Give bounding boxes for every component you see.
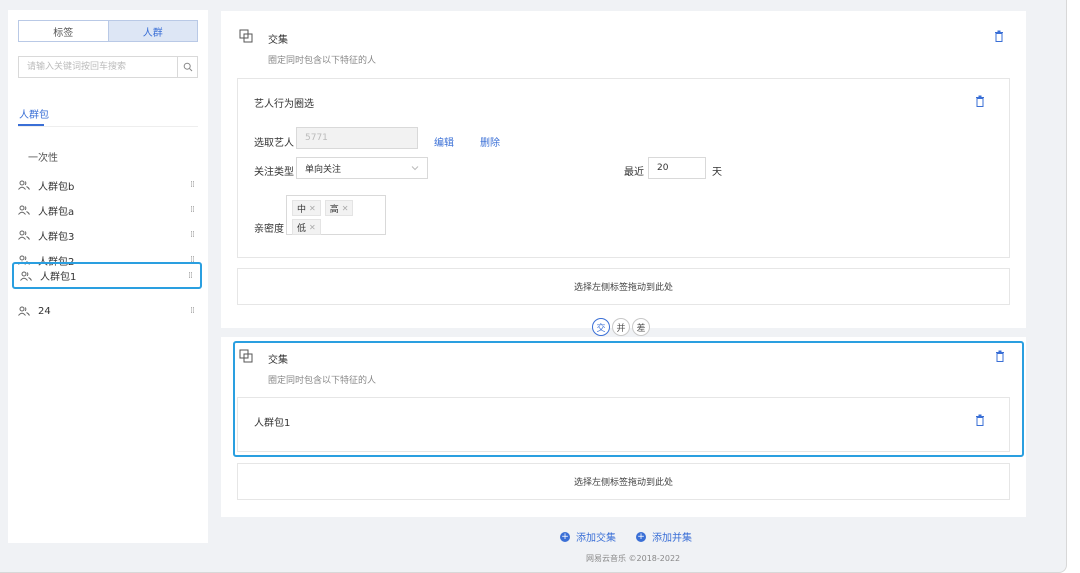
tag-label: 中	[297, 204, 307, 215]
drag-handle-icon[interactable]: ⁞⁞	[182, 205, 202, 215]
close-icon[interactable]: ✕	[309, 204, 316, 213]
list-item-label: 人群包3	[38, 231, 75, 243]
add-union-button[interactable]: + 添加并集	[636, 529, 692, 544]
list-item[interactable]: 人群包b ⁞⁞	[12, 174, 202, 196]
tab-crowd-package[interactable]: 人群包	[19, 106, 49, 121]
drag-handle-icon[interactable]: ⁞⁞	[182, 180, 202, 190]
artist-input[interactable]: 5771	[296, 127, 418, 149]
trash-icon[interactable]	[975, 95, 985, 107]
intersection-block-2: 交集 圈定同时包含以下特征的人 人群包1 选择左侧标签拖动到此处	[221, 337, 1026, 517]
trash-icon[interactable]	[975, 414, 985, 426]
add-intersection-label: 添加交集	[576, 533, 616, 544]
search-placeholder: 请输入关键词按回车搜索	[27, 62, 127, 72]
crowd-package-card: 人群包1	[237, 397, 1010, 452]
tag-low: 低 ✕	[292, 219, 321, 235]
close-icon[interactable]: ✕	[342, 204, 349, 213]
list-item-label: 人群包a	[38, 206, 75, 218]
group-title: 一次性	[28, 153, 58, 164]
intersection-block-1: 交集 圈定同时包含以下特征的人 艺人行为圈选 选取艺人 5771 编辑 删除 关…	[221, 11, 1026, 328]
users-icon	[18, 180, 32, 190]
tag-medium: 中 ✕	[292, 200, 321, 216]
users-icon	[18, 230, 32, 240]
block-title: 交集	[268, 35, 288, 46]
set-operation-group: 交 并 差	[592, 318, 650, 336]
list-item[interactable]: 24 ⁞⁞	[12, 300, 202, 322]
op-intersection-button[interactable]: 交	[592, 318, 610, 336]
recent-label: 最近	[624, 167, 644, 178]
intersection-icon	[239, 29, 253, 43]
trash-icon[interactable]	[995, 350, 1005, 362]
edit-link[interactable]: 编辑	[434, 134, 454, 149]
recent-days-input[interactable]: 20	[648, 157, 706, 179]
users-icon	[18, 306, 32, 316]
chevron-down-icon	[411, 166, 419, 171]
intimacy-label: 亲密度	[254, 224, 284, 235]
list-item[interactable]: 人群包a ⁞⁞	[12, 199, 202, 221]
copyright: 网易云音乐 ©2018-2022	[586, 554, 681, 563]
list-item-label: 人群包b	[38, 181, 75, 193]
app-frame: 标签 人群 请输入关键词按回车搜索 人群包 一次性 人群包b ⁞⁞ 人群包a ⁞…	[0, 0, 1067, 573]
search-button[interactable]	[177, 57, 197, 77]
days-unit: 天	[712, 167, 722, 178]
drag-handle-icon[interactable]: ⁞⁞	[182, 230, 202, 240]
artist-label: 选取艺人	[254, 138, 294, 149]
plus-circle-icon: +	[636, 531, 646, 542]
op-difference-button[interactable]: 差	[632, 318, 650, 336]
drop-zone[interactable]: 选择左侧标签拖动到此处	[237, 268, 1010, 305]
block-subtitle: 圈定同时包含以下特征的人	[268, 376, 377, 386]
list-item-selected[interactable]: 人群包1 ⁞⁞	[12, 262, 202, 289]
sidebar-segmented-control: 标签 人群	[18, 20, 198, 42]
delete-link[interactable]: 删除	[480, 134, 500, 149]
crowd-package-label: 人群包1	[254, 418, 291, 429]
search-icon	[183, 62, 192, 72]
filter-title: 艺人行为圈选	[254, 99, 314, 110]
list-item[interactable]: 人群包3 ⁞⁞	[12, 224, 202, 246]
follow-type-label: 关注类型	[254, 167, 294, 178]
block-subtitle: 圈定同时包含以下特征的人	[268, 56, 377, 66]
list-item-label: 24	[38, 305, 51, 317]
add-intersection-button[interactable]: + 添加交集	[560, 529, 616, 544]
follow-type-select[interactable]: 单向关注	[296, 157, 428, 179]
close-icon[interactable]: ✕	[309, 223, 316, 232]
search-input[interactable]: 请输入关键词按回车搜索	[18, 56, 198, 78]
intersection-icon	[239, 349, 253, 363]
intimacy-multiselect[interactable]: 中 ✕ 高 ✕ 低 ✕	[286, 195, 386, 235]
drag-handle-icon[interactable]: ⁞⁞	[182, 306, 202, 316]
trash-icon[interactable]	[994, 30, 1004, 42]
tab-tags[interactable]: 标签	[19, 21, 108, 41]
follow-type-value: 单向关注	[305, 164, 342, 175]
tab-crowd[interactable]: 人群	[107, 21, 197, 41]
op-union-button[interactable]: 并	[612, 318, 630, 336]
tag-label: 高	[329, 204, 339, 215]
tag-label: 低	[297, 223, 307, 234]
add-union-label: 添加并集	[652, 533, 692, 544]
list-item-label: 人群包1	[40, 272, 77, 283]
block-title: 交集	[268, 355, 288, 366]
selected-block-outline[interactable]: 交集 圈定同时包含以下特征的人 人群包1	[233, 341, 1024, 457]
users-icon	[18, 205, 32, 215]
drop-zone[interactable]: 选择左侧标签拖动到此处	[237, 463, 1010, 500]
users-icon	[20, 271, 34, 281]
tab-divider	[18, 126, 198, 127]
drag-handle-icon[interactable]: ⁞⁞	[180, 271, 200, 281]
artist-filter-card: 艺人行为圈选 选取艺人 5771 编辑 删除 关注类型 单向关注 最近 20 天…	[237, 78, 1010, 258]
plus-circle-icon: +	[560, 531, 570, 542]
sidebar: 标签 人群 请输入关键词按回车搜索 人群包 一次性 人群包b ⁞⁞ 人群包a ⁞…	[8, 10, 208, 543]
tag-high: 高 ✕	[324, 200, 354, 216]
